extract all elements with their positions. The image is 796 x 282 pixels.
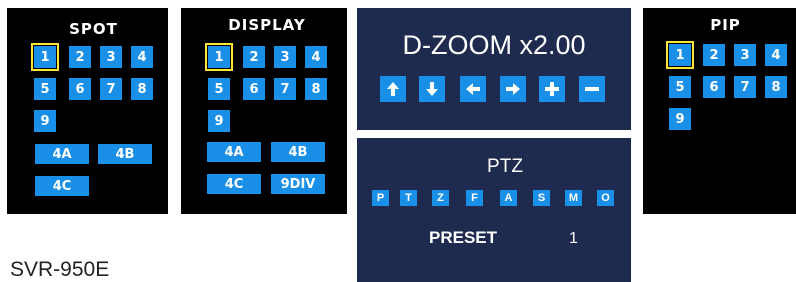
spot-button-9[interactable]: 9 — [34, 110, 56, 132]
spot-button-4c[interactable]: 4C — [35, 176, 89, 196]
spot-button-2[interactable]: 2 — [69, 46, 91, 68]
pip-button-8[interactable]: 8 — [765, 76, 787, 98]
spot-title: SPOT — [69, 20, 118, 38]
ptz-button-t[interactable]: T — [400, 190, 417, 206]
spot-panel: SPOT 1 2 3 4 5 6 7 8 9 4A 4B 4C — [7, 8, 168, 214]
pip-button-3[interactable]: 3 — [734, 44, 756, 66]
right-arrow-icon[interactable] — [500, 76, 526, 102]
down-arrow-icon[interactable] — [419, 76, 445, 102]
pip-title: PIP — [710, 16, 741, 34]
preset-value: 1 — [569, 230, 578, 247]
spot-button-8[interactable]: 8 — [131, 78, 153, 100]
ptz-button-s[interactable]: S — [533, 190, 550, 206]
spot-button-5[interactable]: 5 — [34, 78, 56, 100]
spot-button-3[interactable]: 3 — [100, 46, 122, 68]
display-panel: DISPLAY 1 2 3 4 5 6 7 8 9 4A 4B 4C 9DIV — [181, 8, 347, 214]
model-label: SVR-950E — [10, 258, 110, 281]
ptz-title: PTZ — [487, 156, 523, 177]
spot-button-6[interactable]: 6 — [69, 78, 91, 100]
ptz-button-a[interactable]: A — [500, 190, 517, 206]
pip-button-9[interactable]: 9 — [669, 108, 691, 130]
display-button-6[interactable]: 6 — [243, 78, 265, 100]
pip-button-5[interactable]: 5 — [669, 76, 691, 98]
display-button-9[interactable]: 9 — [208, 110, 230, 132]
pip-button-2[interactable]: 2 — [703, 44, 725, 66]
display-button-3[interactable]: 3 — [274, 46, 296, 68]
spot-button-7[interactable]: 7 — [100, 78, 122, 100]
display-button-4[interactable]: 4 — [305, 46, 327, 68]
pip-button-4[interactable]: 4 — [765, 44, 787, 66]
display-title: DISPLAY — [228, 16, 306, 34]
plus-icon[interactable] — [539, 76, 565, 102]
preset-label: PRESET — [429, 228, 498, 247]
display-button-2[interactable]: 2 — [243, 46, 265, 68]
ptz-button-o[interactable]: O — [597, 190, 614, 206]
ptz-button-z[interactable]: Z — [432, 190, 449, 206]
display-button-7[interactable]: 7 — [274, 78, 296, 100]
display-button-9div[interactable]: 9DIV — [271, 174, 325, 194]
dzoom-title: D-ZOOM x2.00 — [402, 30, 586, 60]
display-button-4b[interactable]: 4B — [271, 142, 325, 162]
minus-icon[interactable] — [579, 76, 605, 102]
spot-button-4b[interactable]: 4B — [98, 144, 152, 164]
ptz-button-f[interactable]: F — [466, 190, 483, 206]
spot-button-4[interactable]: 4 — [131, 46, 153, 68]
pip-button-6[interactable]: 6 — [703, 76, 725, 98]
dzoom-panel: D-ZOOM x2.00 — [357, 8, 631, 130]
spot-button-4a[interactable]: 4A — [35, 144, 89, 164]
pip-button-1[interactable]: 1 — [666, 41, 694, 69]
left-arrow-icon[interactable] — [460, 76, 486, 102]
display-button-1[interactable]: 1 — [205, 43, 233, 71]
display-button-4c[interactable]: 4C — [207, 174, 261, 194]
spot-button-1[interactable]: 1 — [31, 43, 59, 71]
pip-panel: PIP 1 2 3 4 5 6 7 8 9 — [643, 8, 796, 214]
display-button-5[interactable]: 5 — [208, 78, 230, 100]
ptz-button-p[interactable]: P — [372, 190, 389, 206]
up-arrow-icon[interactable] — [380, 76, 406, 102]
ptz-panel: PTZ P T Z F A S M O PRESET 1 — [357, 138, 631, 282]
display-button-4a[interactable]: 4A — [207, 142, 261, 162]
ptz-button-m[interactable]: M — [565, 190, 582, 206]
pip-button-7[interactable]: 7 — [734, 76, 756, 98]
display-button-8[interactable]: 8 — [305, 78, 327, 100]
